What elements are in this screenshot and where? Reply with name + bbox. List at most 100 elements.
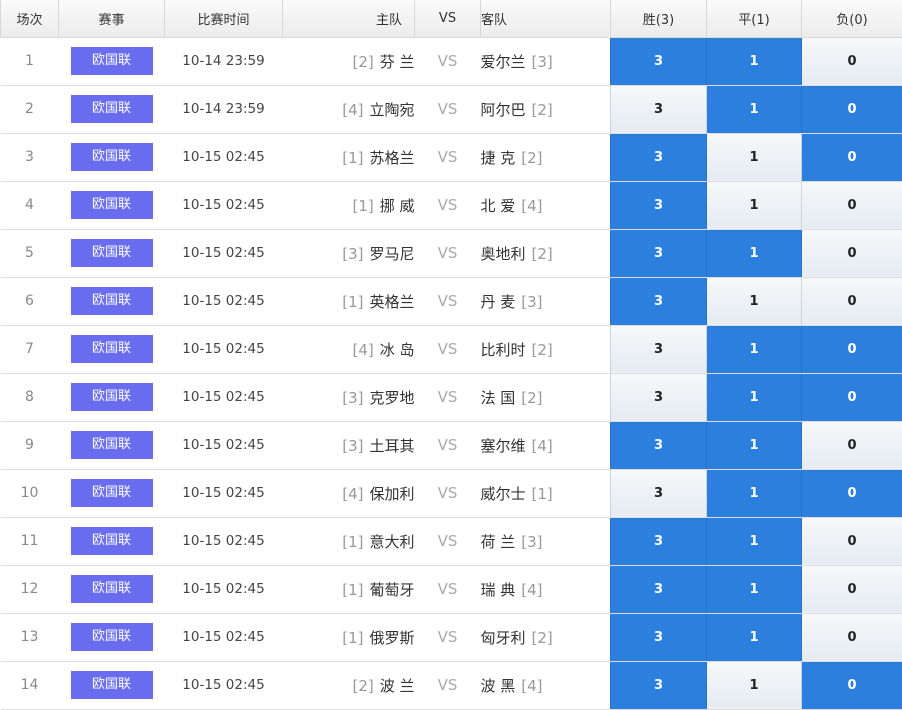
league-badge[interactable]: 欧国联 (70, 47, 153, 75)
draw-option[interactable]: 1 (706, 324, 802, 374)
home-team-cell: [4] 立陶宛 (282, 84, 415, 134)
draw-option[interactable]: 1 (706, 180, 802, 230)
away-rank: [4] (521, 676, 543, 695)
home-team: 芬 兰 (379, 52, 415, 71)
league-badge[interactable]: 欧国联 (70, 239, 153, 267)
away-rank: [3] (521, 292, 543, 311)
win-option[interactable]: 3 (610, 180, 707, 230)
win-option[interactable]: 3 (610, 132, 707, 182)
league-badge[interactable]: 欧国联 (70, 95, 153, 123)
draw-option[interactable]: 1 (706, 276, 802, 326)
draw-option[interactable]: 1 (706, 468, 802, 518)
draw-option[interactable]: 1 (706, 372, 802, 422)
away-team-cell: 比利时 [2] (480, 324, 611, 374)
match-time: 10-14 23:59 (164, 36, 283, 86)
win-option[interactable]: 3 (610, 612, 707, 662)
loss-option[interactable]: 0 (801, 468, 902, 518)
win-option[interactable]: 3 (610, 516, 707, 566)
win-option[interactable]: 3 (610, 36, 707, 86)
win-option[interactable]: 3 (610, 468, 707, 518)
league-badge[interactable]: 欧国联 (70, 287, 153, 315)
loss-option[interactable]: 0 (801, 180, 902, 230)
away-team: 匈牙利 (480, 628, 526, 647)
away-team: 威尔士 (480, 484, 526, 503)
match-table: 场次 赛事 比赛时间 主队 VS 客队 胜(3) 平(1) 负(0) 1 欧国联 1… (0, 0, 902, 710)
loss-option[interactable]: 0 (801, 516, 902, 566)
away-rank: [2] (531, 244, 553, 263)
home-team: 葡萄牙 (369, 580, 415, 599)
league-badge[interactable]: 欧国联 (70, 671, 153, 699)
draw-option[interactable]: 1 (706, 564, 802, 614)
header-home: 主队 (282, 0, 415, 38)
loss-option[interactable]: 0 (801, 420, 902, 470)
loss-option[interactable]: 0 (801, 660, 902, 710)
win-option[interactable]: 3 (610, 84, 707, 134)
league-badge[interactable]: 欧国联 (70, 527, 153, 555)
league-cell: 欧国联 (58, 372, 165, 422)
home-rank: [3] (342, 388, 364, 407)
match-time: 10-15 02:45 (164, 132, 283, 182)
home-team: 俄罗斯 (369, 628, 415, 647)
match-number: 2 (0, 84, 59, 134)
league-badge[interactable]: 欧国联 (70, 479, 153, 507)
league-badge[interactable]: 欧国联 (70, 575, 153, 603)
home-team: 苏格兰 (369, 148, 415, 167)
match-number: 4 (0, 180, 59, 230)
draw-option[interactable]: 1 (706, 84, 802, 134)
win-option[interactable]: 3 (610, 420, 707, 470)
home-team-cell: [1] 英格兰 (282, 276, 415, 326)
league-cell: 欧国联 (58, 132, 165, 182)
league-cell: 欧国联 (58, 468, 165, 518)
match-number: 1 (0, 36, 59, 86)
win-option[interactable]: 3 (610, 228, 707, 278)
home-team-cell: [2] 波 兰 (282, 660, 415, 710)
league-cell: 欧国联 (58, 612, 165, 662)
league-badge[interactable]: 欧国联 (70, 383, 153, 411)
league-badge[interactable]: 欧国联 (70, 335, 153, 363)
loss-option[interactable]: 0 (801, 372, 902, 422)
win-option[interactable]: 3 (610, 372, 707, 422)
draw-option[interactable]: 1 (706, 420, 802, 470)
away-team: 爱尔兰 (480, 52, 526, 71)
win-option[interactable]: 3 (610, 324, 707, 374)
home-rank: [1] (342, 580, 364, 599)
loss-option[interactable]: 0 (801, 324, 902, 374)
draw-option[interactable]: 1 (706, 228, 802, 278)
home-team-cell: [1] 葡萄牙 (282, 564, 415, 614)
match-row: 12 欧国联 10-15 02:45 [1] 葡萄牙 VS 瑞 典 [4] 3 1 0 (0, 564, 902, 614)
league-cell: 欧国联 (58, 276, 165, 326)
away-team-cell: 匈牙利 [2] (480, 612, 611, 662)
win-option[interactable]: 3 (610, 564, 707, 614)
league-cell: 欧国联 (58, 324, 165, 374)
league-cell: 欧国联 (58, 36, 165, 86)
draw-option[interactable]: 1 (706, 36, 802, 86)
win-option[interactable]: 3 (610, 660, 707, 710)
loss-option[interactable]: 0 (801, 612, 902, 662)
win-option[interactable]: 3 (610, 276, 707, 326)
vs-label: VS (414, 468, 481, 518)
loss-option[interactable]: 0 (801, 564, 902, 614)
vs-label: VS (414, 660, 481, 710)
away-team: 北 爱 (480, 196, 516, 215)
match-row: 13 欧国联 10-15 02:45 [1] 俄罗斯 VS 匈牙利 [2] 3 1 0 (0, 612, 902, 662)
league-badge[interactable]: 欧国联 (70, 431, 153, 459)
draw-option[interactable]: 1 (706, 516, 802, 566)
home-team: 保加利 (369, 484, 415, 503)
away-team: 塞尔维 (480, 436, 526, 455)
away-team: 丹 麦 (480, 292, 516, 311)
loss-option[interactable]: 0 (801, 276, 902, 326)
draw-option[interactable]: 1 (706, 132, 802, 182)
loss-option[interactable]: 0 (801, 132, 902, 182)
league-badge[interactable]: 欧国联 (70, 623, 153, 651)
loss-option[interactable]: 0 (801, 84, 902, 134)
away-team-cell: 奥地利 [2] (480, 228, 611, 278)
league-badge[interactable]: 欧国联 (70, 143, 153, 171)
home-rank: [2] (352, 676, 374, 695)
away-team-cell: 爱尔兰 [3] (480, 36, 611, 86)
league-badge[interactable]: 欧国联 (70, 191, 153, 219)
loss-option[interactable]: 0 (801, 36, 902, 86)
draw-option[interactable]: 1 (706, 660, 802, 710)
draw-option[interactable]: 1 (706, 612, 802, 662)
away-rank: [2] (531, 340, 553, 359)
loss-option[interactable]: 0 (801, 228, 902, 278)
